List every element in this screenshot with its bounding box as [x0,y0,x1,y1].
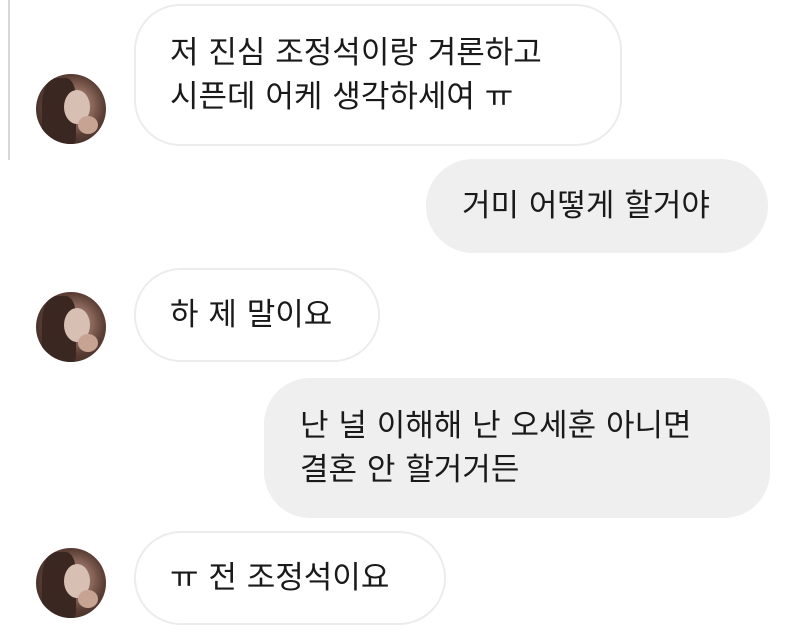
scroll-edge-line [8,0,10,160]
message-text-line: 저 진심 조정석이랑 겨론하고 [170,35,542,71]
message-bubble-received[interactable]: 하 제 말이요 [134,268,380,362]
message-text-line: 하 제 말이요 [170,297,333,333]
avatar-hand-shape [78,116,98,134]
message-bubble-received[interactable]: ㅠ 전 조정석이요 [134,531,446,625]
avatar-hand-shape [78,590,98,608]
message-text-line: 거미 어떻게 할거야 [462,188,710,224]
contact-avatar[interactable] [36,292,106,362]
message-bubble-received[interactable]: 저 진심 조정석이랑 겨론하고 시픈데 어케 생각하세여 ㅠ [134,4,622,146]
contact-avatar[interactable] [36,74,106,144]
message-bubble-sent[interactable]: 난 널 이해해 난 오세훈 아니면 결혼 안 할거거든 [264,378,770,518]
avatar-hand-shape [78,334,98,352]
message-text-line: 난 널 이해해 난 오세훈 아니면 [300,408,692,444]
message-bubble-sent[interactable]: 거미 어떻게 할거야 [426,159,768,253]
message-text-line: 시픈데 어케 생각하세여 ㅠ [170,79,514,115]
message-text-line: ㅠ 전 조정석이요 [170,560,390,596]
contact-avatar[interactable] [36,548,106,618]
message-text-line: 결혼 안 할거거든 [300,452,520,488]
